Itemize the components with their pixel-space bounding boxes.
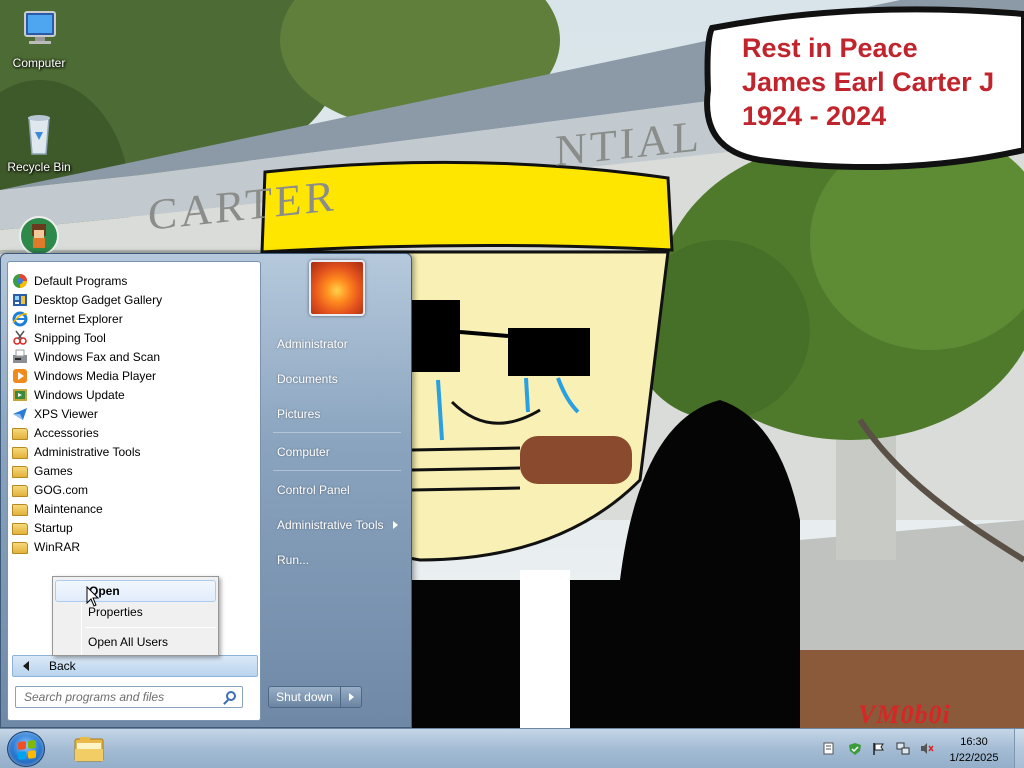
program-windows-fax-and-scan[interactable]: Windows Fax and Scan (12, 347, 256, 366)
volume-muted-icon[interactable] (920, 742, 934, 755)
shutdown-button[interactable]: Shut down (268, 686, 362, 708)
folder-gog[interactable]: GOG.com (12, 480, 256, 499)
media-player-icon (12, 368, 28, 384)
program-label: Windows Media Player (34, 368, 157, 383)
windows-update-icon (12, 387, 28, 403)
program-desktop-gadget-gallery[interactable]: Desktop Gadget Gallery (12, 290, 256, 309)
gadget-gallery-icon (12, 292, 28, 308)
internet-explorer-icon (12, 311, 28, 327)
folder-icon (12, 427, 28, 440)
folder-winrar[interactable]: WinRAR (12, 537, 256, 556)
folder-icon (12, 446, 28, 459)
folder-icon (12, 484, 28, 497)
desktop-icon-computer[interactable]: Computer (1, 8, 77, 70)
wallpaper-caption-line1: Rest in Peace (742, 33, 918, 63)
windows-logo-icon (18, 740, 36, 760)
program-label: GOG.com (34, 482, 89, 497)
right-item-control-panel[interactable]: Control Panel (277, 483, 350, 497)
folder-accessories[interactable]: Accessories (12, 423, 256, 442)
right-item-label: Administrative Tools (277, 518, 384, 532)
snipping-tool-icon (12, 330, 28, 346)
shutdown-label[interactable]: Shut down (269, 687, 341, 707)
flag-icon[interactable] (872, 742, 885, 755)
program-label: Accessories (34, 425, 99, 440)
taskbar: 16:30 1/22/2025 (0, 728, 1024, 768)
start-menu-right-pane: Administrator Documents Pictures Compute… (263, 254, 413, 729)
program-windows-update[interactable]: Windows Update (12, 385, 256, 404)
user-picture[interactable] (309, 260, 365, 316)
show-desktop-button[interactable] (1014, 729, 1024, 768)
context-item-properties[interactable]: Properties (55, 601, 216, 623)
folder-administrative-tools[interactable]: Administrative Tools (12, 442, 256, 461)
program-label: Default Programs (34, 273, 128, 288)
right-item-administrator[interactable]: Administrator (277, 337, 348, 351)
program-label: WinRAR (34, 539, 81, 554)
program-label: Windows Fax and Scan (34, 349, 161, 364)
context-menu: Open Properties Open All Users (52, 576, 219, 656)
security-shield-icon[interactable] (848, 742, 861, 755)
folder-icon (12, 503, 28, 516)
folder-icon (12, 465, 28, 478)
game-icon (15, 214, 63, 258)
search-placeholder: Search programs and files (24, 690, 165, 704)
program-label: Games (34, 463, 73, 478)
program-label: Internet Explorer (34, 311, 123, 326)
clock-date: 1/22/2025 (949, 752, 999, 764)
watermark: VM0b0i (858, 700, 951, 729)
program-label: Startup (34, 520, 73, 535)
action-center-icon[interactable] (822, 742, 835, 755)
xps-viewer-icon (12, 406, 28, 422)
right-item-pictures[interactable]: Pictures (277, 407, 320, 421)
fax-scan-icon (12, 349, 28, 365)
separator (273, 432, 401, 433)
program-label: Windows Update (34, 387, 125, 402)
right-item-run[interactable]: Run... (277, 553, 309, 567)
right-item-computer[interactable]: Computer (277, 445, 330, 459)
start-menu: Default Programs Desktop Gadget Gallery … (0, 253, 412, 728)
desktop-icon-label: Recycle Bin (7, 160, 71, 174)
recycle-bin-icon (15, 112, 63, 156)
mouse-cursor-icon (86, 585, 100, 611)
folder-maintenance[interactable]: Maintenance (12, 499, 256, 518)
folder-icon (74, 737, 104, 762)
program-label: Administrative Tools (34, 444, 141, 459)
separator (273, 470, 401, 471)
folder-startup[interactable]: Startup (12, 518, 256, 537)
clock[interactable]: 16:30 1/22/2025 (938, 734, 1010, 766)
program-label: Snipping Tool (34, 330, 106, 345)
network-icon[interactable] (896, 742, 910, 755)
context-item-open-all-users[interactable]: Open All Users (55, 631, 216, 653)
program-windows-media-player[interactable]: Windows Media Player (12, 366, 256, 385)
program-label: Maintenance (34, 501, 103, 516)
wallpaper-caption-line3: 1924 - 2024 (742, 101, 887, 131)
search-input[interactable]: Search programs and files (15, 686, 243, 708)
back-arrow-icon (23, 661, 29, 671)
shutdown-options-arrow-icon[interactable] (341, 693, 361, 701)
submenu-arrow-icon (392, 521, 398, 529)
context-item-open[interactable]: Open (55, 580, 216, 602)
wallpaper-caption-line2: James Earl Carter J (742, 67, 995, 97)
folder-icon (12, 541, 28, 554)
computer-icon (15, 8, 63, 52)
desktop-icon-label: Computer (12, 56, 66, 70)
program-xps-viewer[interactable]: XPS Viewer (12, 404, 256, 423)
program-internet-explorer[interactable]: Internet Explorer (12, 309, 256, 328)
clock-time: 16:30 (960, 736, 988, 748)
program-label: XPS Viewer (34, 406, 98, 421)
back-label: Back (49, 659, 76, 673)
program-default-programs[interactable]: Default Programs (12, 271, 256, 290)
start-button[interactable] (7, 731, 45, 767)
search-icon[interactable] (226, 691, 236, 701)
folder-icon (12, 522, 28, 535)
back-button[interactable]: Back (12, 655, 258, 677)
right-item-administrative-tools[interactable]: Administrative Tools (277, 518, 398, 532)
context-separator (85, 627, 216, 628)
taskbar-explorer-button[interactable] (66, 731, 112, 767)
folder-games[interactable]: Games (12, 461, 256, 480)
program-label: Desktop Gadget Gallery (34, 292, 163, 307)
right-item-documents[interactable]: Documents (277, 372, 338, 386)
program-snipping-tool[interactable]: Snipping Tool (12, 328, 256, 347)
desktop-icon-recycle-bin[interactable]: Recycle Bin (1, 112, 77, 174)
default-programs-icon (12, 273, 28, 289)
